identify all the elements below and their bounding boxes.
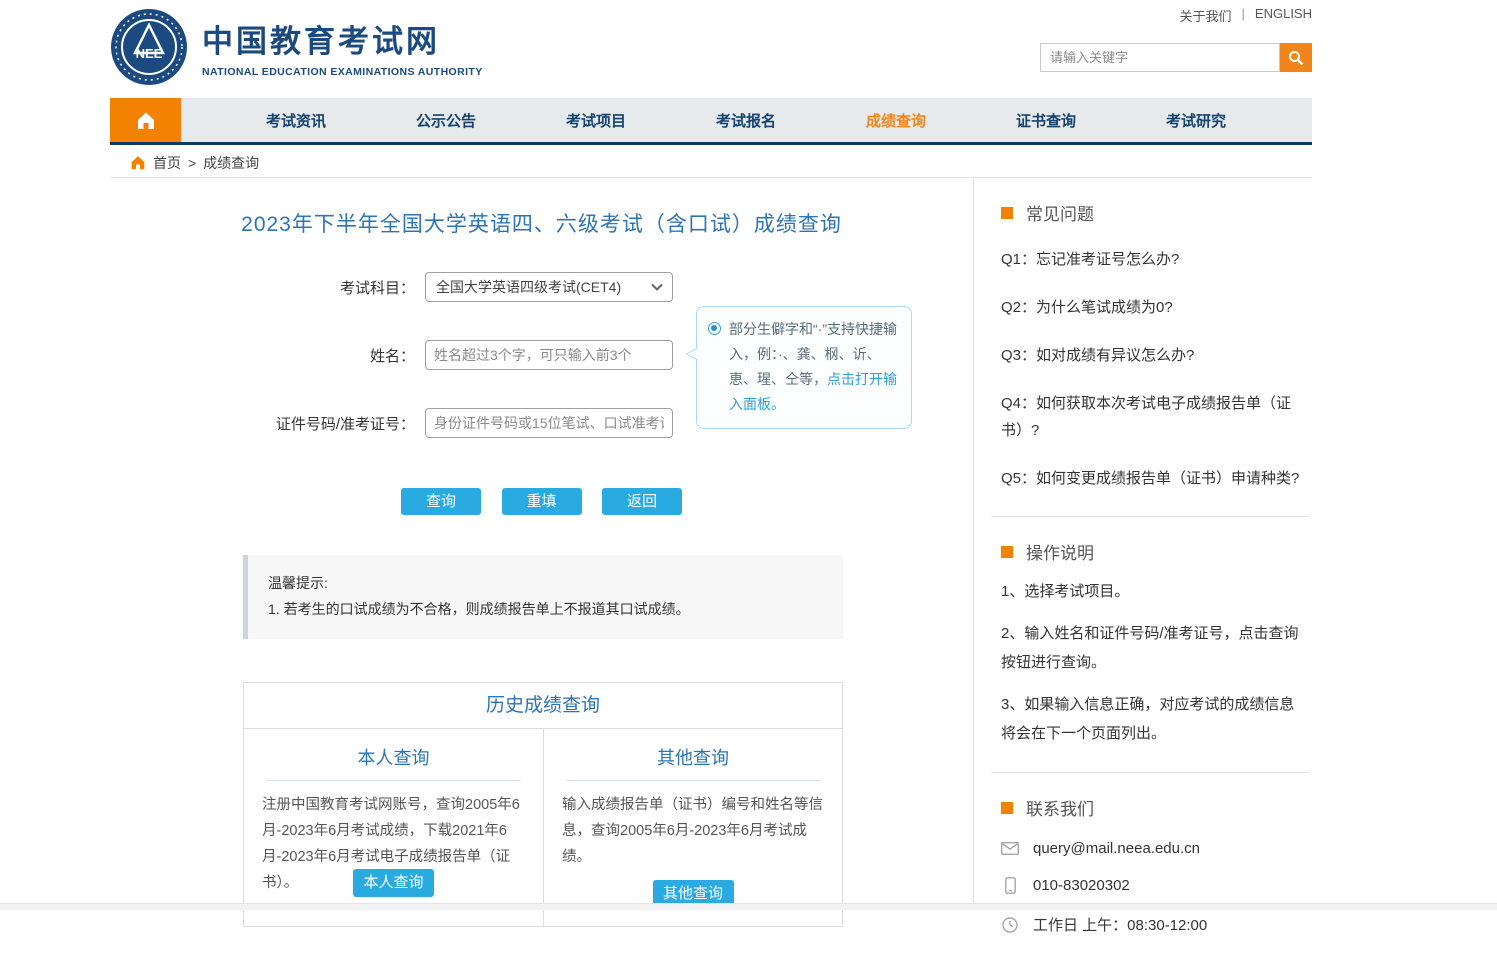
home-icon bbox=[130, 155, 146, 170]
top-links-separator: | bbox=[1242, 6, 1245, 25]
self-query-column: 本人查询 注册中国教育考试网账号，查询2005年6月-2023年6月考试成绩，下… bbox=[244, 729, 543, 926]
page-title: 2023年下半年全国大学英语四、六级考试（含口试）成绩查询 bbox=[110, 208, 973, 238]
nav-item-registration[interactable]: 考试报名 bbox=[671, 98, 821, 142]
search-button[interactable] bbox=[1280, 43, 1312, 72]
main-content: 2023年下半年全国大学英语四、六级考试（含口试）成绩查询 考试科目： 全国大学… bbox=[110, 178, 973, 910]
contact-section: 联系我们 query@mail.neea.edu.cn 010-83020302 bbox=[991, 773, 1310, 959]
faq-title: 常见问题 bbox=[1026, 200, 1094, 225]
self-query-title: 本人查询 bbox=[266, 744, 521, 781]
reset-button[interactable]: 重填 bbox=[502, 488, 582, 515]
sidebar: 常见问题 Q1：忘记准考证号怎么办? Q2：为什么笔试成绩为0? Q3：如对成绩… bbox=[973, 178, 1312, 910]
nav-item-announcements[interactable]: 公示公告 bbox=[371, 98, 521, 142]
english-link[interactable]: ENGLISH bbox=[1255, 6, 1312, 25]
home-icon bbox=[136, 111, 156, 130]
rare-character-tooltip: 部分生僻字和“·”支持快捷输入，例：·、龚、㭎、䜣、恵、瑆、仝等，点击打开输入面… bbox=[696, 306, 912, 429]
breadcrumb-home[interactable]: 首页 bbox=[153, 153, 181, 173]
section-bullet-icon bbox=[1001, 207, 1013, 219]
breadcrumb-current: 成绩查询 bbox=[203, 153, 259, 173]
faq-item-q4: Q4：如何获取本次考试电子成绩报告单（证书）? bbox=[1001, 390, 1300, 444]
contact-email: query@mail.neea.edu.cn bbox=[1033, 840, 1200, 857]
instruction-step-3: 3、如果输入信息正确，对应考试的成绩信息将会在下一个页面列出。 bbox=[1001, 690, 1300, 748]
contact-title: 联系我们 bbox=[1026, 795, 1094, 820]
envelope-icon bbox=[1001, 842, 1019, 855]
site-subtitle: NATIONAL EDUCATION EXAMINATIONS AUTHORIT… bbox=[202, 66, 483, 78]
other-query-column: 其他查询 输入成绩报告单（证书）编号和姓名等信息，查询2005年6月-2023年… bbox=[543, 729, 842, 926]
tip-title: 温馨提示: bbox=[268, 570, 823, 596]
nav-item-exam-news[interactable]: 考试资讯 bbox=[221, 98, 371, 142]
about-us-link[interactable]: 关于我们 bbox=[1180, 6, 1232, 25]
search-box bbox=[1040, 43, 1312, 72]
faq-item-q2: Q2：为什么笔试成绩为0? bbox=[1001, 294, 1300, 321]
history-query-panel: 历史成绩查询 本人查询 注册中国教育考试网账号，查询2005年6月-2023年6… bbox=[243, 682, 843, 927]
chevron-down-icon bbox=[651, 283, 663, 291]
svg-text:NEE: NEE bbox=[136, 46, 163, 61]
faq-item-q3: Q3：如对成绩有异议怎么办? bbox=[1001, 342, 1300, 369]
self-query-button[interactable]: 本人查询 bbox=[353, 869, 434, 897]
nav-item-certificate-query[interactable]: 证书查询 bbox=[971, 98, 1121, 142]
instructions-title: 操作说明 bbox=[1026, 539, 1094, 564]
name-label: 姓名： bbox=[110, 345, 425, 366]
faq-section: 常见问题 Q1：忘记准考证号怎么办? Q2：为什么笔试成绩为0? Q3：如对成绩… bbox=[991, 178, 1310, 517]
instructions-section: 操作说明 1、选择考试项目。 2、输入姓名和证件号码/准考证号，点击查询按钮进行… bbox=[991, 517, 1310, 773]
faq-item-q1: Q1：忘记准考证号怎么办? bbox=[1001, 246, 1300, 273]
instruction-step-2: 2、输入姓名和证件号码/准考证号，点击查询按钮进行查询。 bbox=[1001, 619, 1300, 677]
subject-selected-value: 全国大学英语四级考试(CET4) bbox=[436, 277, 621, 297]
id-input[interactable] bbox=[425, 408, 673, 438]
contact-hours: 工作日 上午：08:30-12:00 bbox=[1033, 914, 1207, 935]
back-button[interactable]: 返回 bbox=[602, 488, 682, 515]
top-links: 关于我们 | ENGLISH bbox=[1180, 6, 1312, 25]
radio-selected-icon[interactable] bbox=[708, 322, 721, 335]
contact-phone: 010-83020302 bbox=[1033, 877, 1130, 894]
breadcrumb-separator: > bbox=[188, 155, 196, 171]
instruction-step-1: 1、选择考试项目。 bbox=[1001, 577, 1300, 606]
name-input[interactable] bbox=[425, 340, 673, 370]
breadcrumb: 首页 > 成绩查询 bbox=[110, 148, 1312, 178]
neea-emblem-icon: NEE bbox=[110, 8, 188, 86]
nav-item-exam-research[interactable]: 考试研究 bbox=[1121, 98, 1271, 142]
other-query-title: 其他查询 bbox=[566, 744, 820, 781]
site-logo: NEE 中国教育考试网 NATIONAL EDUCATION EXAMINATI… bbox=[110, 8, 483, 86]
phone-icon bbox=[1005, 877, 1016, 894]
section-bullet-icon bbox=[1001, 546, 1013, 558]
score-query-form: 考试科目： 全国大学英语四级考试(CET4) 姓名： 证件号码/准考证号： 部分… bbox=[110, 272, 973, 515]
tip-line-1: 1. 若考生的口试成绩为不合格，则成绩报告单上不报道其口试成绩。 bbox=[268, 596, 823, 622]
site-header: NEE 中国教育考试网 NATIONAL EDUCATION EXAMINATI… bbox=[0, 0, 1497, 98]
search-icon bbox=[1288, 50, 1304, 66]
nav-item-score-query[interactable]: 成绩查询 bbox=[821, 98, 971, 142]
section-bullet-icon bbox=[1001, 802, 1013, 814]
search-input[interactable] bbox=[1040, 43, 1280, 72]
faq-item-q5: Q5：如何变更成绩报告单（证书）申请种类? bbox=[1001, 465, 1300, 492]
other-query-desc: 输入成绩报告单（证书）编号和姓名等信息，查询2005年6月-2023年6月考试成… bbox=[562, 792, 824, 870]
footer-strip bbox=[0, 903, 1497, 910]
subject-label: 考试科目： bbox=[110, 277, 425, 298]
nav-home-button[interactable] bbox=[110, 98, 181, 142]
history-title: 历史成绩查询 bbox=[244, 683, 842, 729]
main-nav: 考试资讯 公示公告 考试项目 考试报名 成绩查询 证书查询 考试研究 bbox=[110, 98, 1312, 145]
subject-select[interactable]: 全国大学英语四级考试(CET4) bbox=[425, 272, 673, 302]
query-button[interactable]: 查询 bbox=[401, 488, 481, 515]
tip-box: 温馨提示: 1. 若考生的口试成绩为不合格，则成绩报告单上不报道其口试成绩。 bbox=[243, 555, 843, 639]
site-title: 中国教育考试网 bbox=[202, 16, 483, 61]
nav-item-exam-programs[interactable]: 考试项目 bbox=[521, 98, 671, 142]
id-label: 证件号码/准考证号： bbox=[110, 413, 425, 434]
clock-icon bbox=[1002, 917, 1018, 933]
